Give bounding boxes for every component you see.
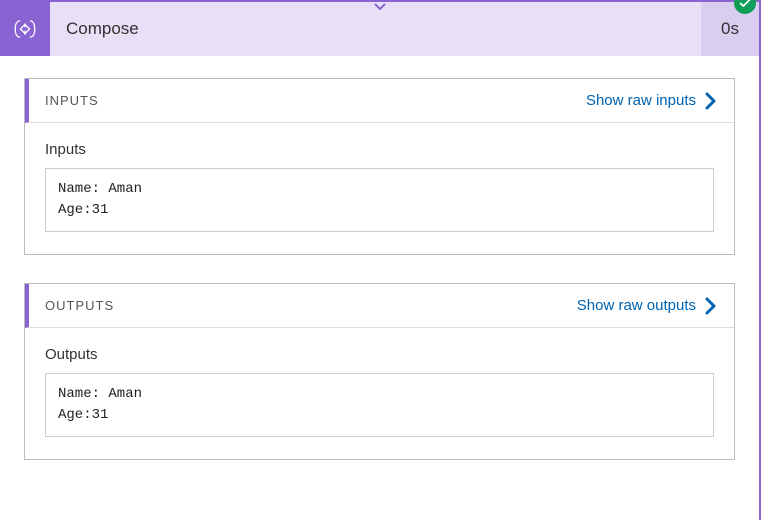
inputs-section-label: Inputs (45, 141, 714, 158)
step-header[interactable]: Compose 0s (0, 0, 761, 56)
outputs-panel-header: OUTPUTS Show raw outputs (25, 284, 734, 328)
outputs-panel-content: Outputs Name: Aman Age:31 (25, 328, 734, 459)
show-raw-inputs-link[interactable]: Show raw inputs (586, 92, 718, 110)
chevron-right-icon (704, 297, 718, 315)
compose-step-icon (0, 2, 50, 56)
show-raw-outputs-link[interactable]: Show raw outputs (577, 297, 718, 315)
outputs-panel: OUTPUTS Show raw outputs Outputs Name: A… (24, 283, 735, 460)
outputs-header-title: OUTPUTS (45, 298, 114, 313)
inputs-header-title: INPUTS (45, 93, 99, 108)
show-raw-outputs-label: Show raw outputs (577, 297, 696, 314)
outputs-section-label: Outputs (45, 346, 714, 363)
inputs-panel-header: INPUTS Show raw inputs (25, 79, 734, 123)
inputs-panel: INPUTS Show raw inputs Inputs Name: Aman… (24, 78, 735, 255)
inputs-panel-content: Inputs Name: Aman Age:31 (25, 123, 734, 254)
flow-arrow-icon (374, 0, 386, 16)
outputs-code-block[interactable]: Name: Aman Age:31 (45, 373, 714, 437)
chevron-right-icon (704, 92, 718, 110)
show-raw-inputs-label: Show raw inputs (586, 92, 696, 109)
inputs-code-block[interactable]: Name: Aman Age:31 (45, 168, 714, 232)
step-body: INPUTS Show raw inputs Inputs Name: Aman… (0, 56, 761, 520)
